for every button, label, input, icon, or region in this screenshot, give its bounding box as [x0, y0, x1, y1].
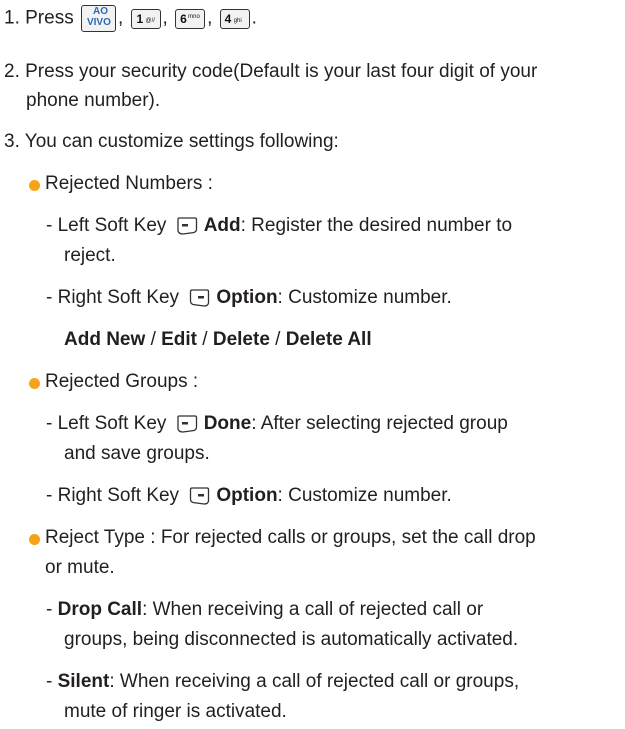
- step-1: 1. Press AO VIVO , 1 @// , 6 mno , 4 ghi…: [4, 5, 257, 32]
- drop-call-cont: groups, being disconnected is automatica…: [64, 629, 519, 650]
- silent-cont: mute of ringer is activated.: [64, 701, 287, 722]
- key-separator: ,: [162, 7, 168, 29]
- bullet-icon: [29, 180, 40, 191]
- rejected-numbers-options: Add New / Edit / Delete / Delete All: [64, 329, 372, 350]
- reject-type-line-1: Reject Type : For rejected calls or grou…: [45, 527, 536, 548]
- rejected-groups-title: Rejected Groups :: [45, 371, 199, 392]
- drop-call-line: - Drop Call: When receiving a call of re…: [46, 599, 484, 620]
- rejected-numbers-title: Rejected Numbers :: [45, 173, 213, 194]
- step-2-line-2: phone number).: [26, 90, 161, 111]
- ao-vivo-key-icon: AO VIVO: [80, 5, 116, 32]
- right-soft-key-icon: [190, 487, 210, 506]
- four-key-icon: 4 ghi: [219, 8, 250, 29]
- reject-type-line-2: or mute.: [45, 557, 115, 578]
- rejected-groups-left-softkey: - Left Soft Key Done: After selecting re…: [46, 413, 508, 434]
- step-1-end: .: [251, 7, 257, 29]
- rejected-numbers-left-softkey: - Left Soft Key Add: Register the desire…: [46, 215, 513, 236]
- rejected-numbers-right-softkey: - Right Soft Key Option: Customize numbe…: [46, 287, 452, 308]
- right-soft-key-icon: [190, 289, 210, 308]
- step-1-prefix: 1. Press: [4, 7, 79, 29]
- one-key-icon: 1 @//: [130, 8, 161, 29]
- step-2-line-1: 2. Press your security code(Default is y…: [4, 61, 538, 82]
- left-soft-key-icon: [177, 217, 197, 236]
- key-separator: ,: [207, 7, 213, 29]
- rejected-groups-right-softkey: - Right Soft Key Option: Customize numbe…: [46, 485, 452, 506]
- manual-page: 1. Press AO VIVO , 1 @// , 6 mno , 4 ghi…: [0, 0, 625, 729]
- rejected-groups-left-cont: and save groups.: [64, 443, 210, 464]
- left-soft-key-icon: [177, 415, 197, 434]
- six-key-icon: 6 mno: [175, 8, 206, 29]
- bullet-icon: [29, 378, 40, 389]
- rejected-numbers-left-cont: reject.: [64, 245, 116, 266]
- bullet-icon: [29, 534, 40, 545]
- key-separator: ,: [117, 7, 124, 29]
- silent-line: - Silent: When receiving a call of rejec…: [46, 671, 520, 692]
- step-3: 3. You can customize settings following:: [4, 131, 339, 152]
